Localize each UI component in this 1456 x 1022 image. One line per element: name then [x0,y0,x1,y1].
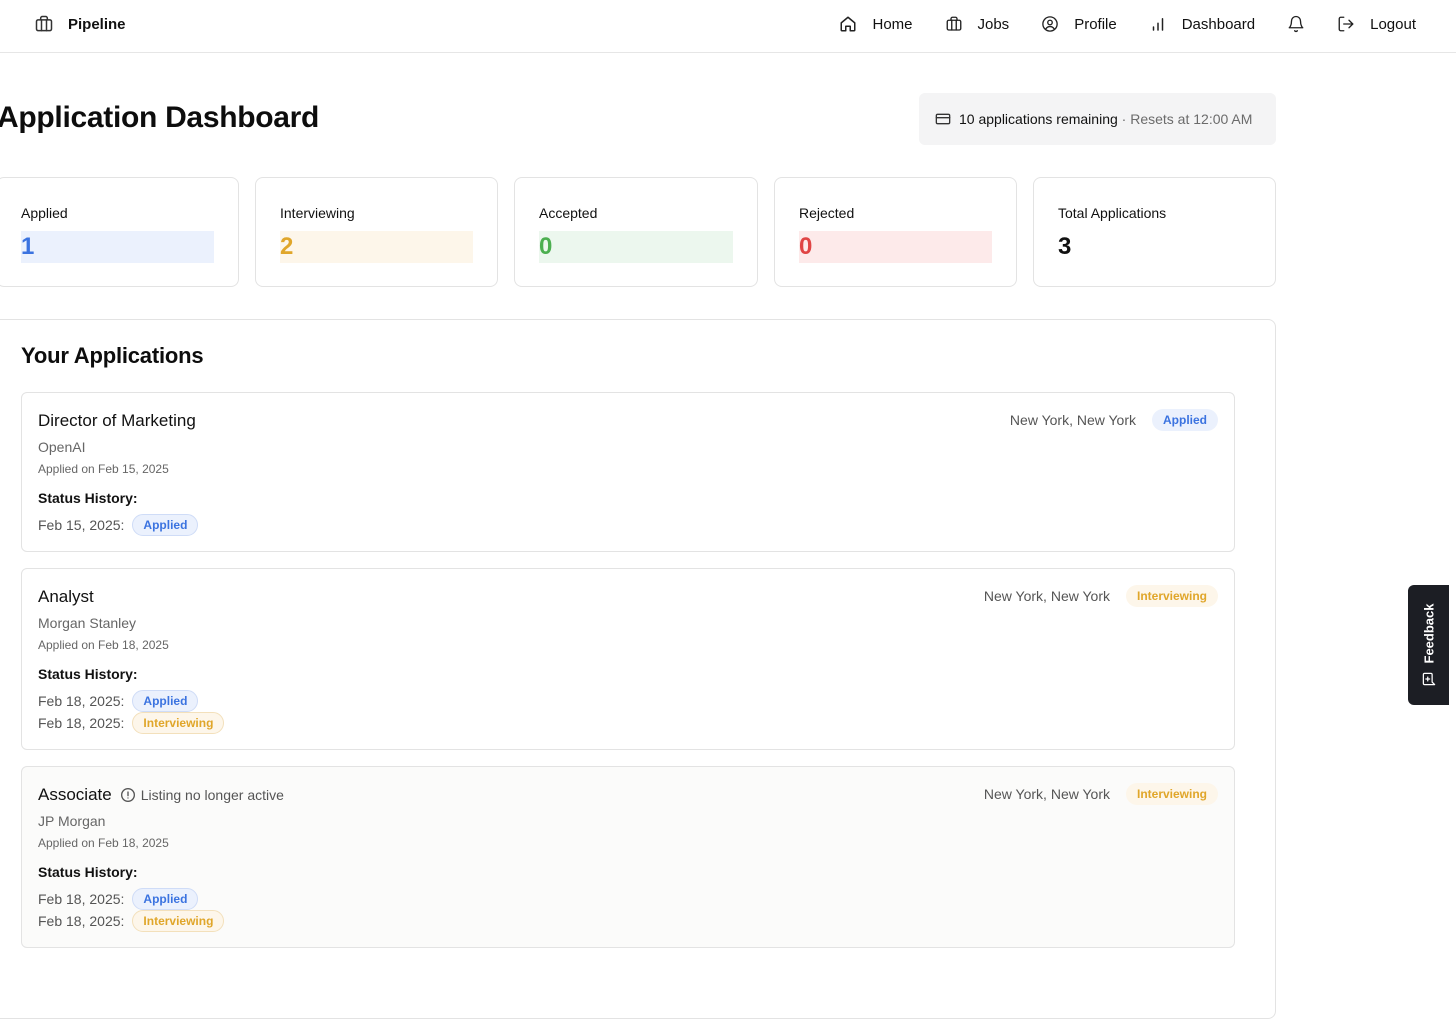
applied-date: Applied on Feb 18, 2025 [38,638,169,652]
location-status: New York, New York Interviewing [984,783,1218,805]
nav-profile-label: Profile [1074,15,1117,33]
inactive-listing-note: Listing no longer active [120,787,284,803]
status-history-label: Status History: [38,666,138,682]
nav-dashboard[interactable]: Dashboard [1149,15,1255,33]
status-history-row: Feb 18, 2025: Interviewing [38,910,225,932]
logout-icon [1337,15,1355,33]
status-badge: Interviewing [1125,783,1218,805]
location-status: New York, New York Applied [1010,409,1218,431]
history-date: Feb 15, 2025: [38,517,125,533]
stat-value: 0 [539,231,733,263]
nav-jobs[interactable]: Jobs [945,15,1010,33]
stat-value: 0 [799,231,992,263]
user-circle-icon [1041,15,1059,33]
history-date: Feb 18, 2025: [38,715,125,731]
application-card[interactable]: Director of Marketing OpenAI Applied on … [21,392,1235,552]
stat-card-interviewing: Interviewing 2 [255,177,498,287]
alert-circle-icon [120,787,136,803]
stat-label: Total Applications [1058,205,1167,221]
status-badge: Applied [1152,409,1218,431]
feedback-button[interactable]: Feedback [1408,585,1449,705]
application-card[interactable]: Associate Listing no longer active JP Mo… [21,766,1235,948]
nav-home[interactable]: Home [839,15,913,33]
history-date: Feb 18, 2025: [38,891,125,907]
location-status: New York, New York Interviewing [984,585,1218,607]
page-title: Application Dashboard [0,101,320,134]
job-title-text: Analyst [38,587,94,606]
status-history-label: Status History: [38,490,138,506]
company-name: JP Morgan [38,813,106,829]
stat-value: 1 [21,231,214,263]
status-badge: Interviewing [132,910,225,932]
bar-chart-icon [1149,15,1167,33]
history-date: Feb 18, 2025: [38,913,125,929]
message-square-icon [1421,671,1436,686]
top-nav: Pipeline Home Jobs Profile Dashboard Log… [0,0,1456,53]
job-location: New York, New York [983,588,1110,604]
status-badge: Interviewing [1125,585,1218,607]
bell-icon [1287,15,1305,33]
nav-links: Home Jobs Profile Dashboard Logout [839,13,1416,35]
stat-card-total: Total Applications 3 [1033,177,1276,287]
brand-logo[interactable]: Pipeline [34,14,126,34]
status-badge: Applied [132,888,199,910]
applications-title: Your Applications [21,343,204,368]
stat-label: Rejected [799,205,855,221]
brand-name: Pipeline [68,15,126,33]
notifications-button[interactable] [1287,15,1305,33]
briefcase-icon [34,14,54,34]
status-badge: Applied [132,514,199,536]
stat-label: Applied [21,205,68,221]
company-name: OpenAI [38,439,86,455]
nav-jobs-label: Jobs [977,15,1010,33]
stat-label: Accepted [539,205,598,221]
applied-date: Applied on Feb 18, 2025 [38,836,169,850]
job-title-text: Associate [38,785,112,804]
feedback-label: Feedback [1421,603,1436,664]
status-history-row: Feb 18, 2025: Applied [38,888,199,910]
job-title: Director of Marketing [38,411,196,431]
inactive-note-text: Listing no longer active [140,787,284,803]
quota-banner: 10 applications remaining · Resets at 12… [919,93,1276,145]
company-name: Morgan Stanley [38,615,137,631]
stat-value: 3 [1058,233,1072,260]
quota-remaining: 10 applications remaining [959,111,1118,127]
status-history-row: Feb 15, 2025: Applied [38,514,199,536]
job-location: New York, New York [983,786,1110,802]
job-title-text: Director of Marketing [38,411,196,430]
feedback-inner: Feedback [1421,604,1436,687]
credit-card-icon [935,111,951,127]
status-badge: Applied [132,690,199,712]
status-history-label: Status History: [38,864,138,880]
application-card[interactable]: Analyst Morgan Stanley Applied on Feb 18… [21,568,1235,750]
status-history-row: Feb 18, 2025: Interviewing [38,712,225,734]
applied-date: Applied on Feb 15, 2025 [38,462,169,476]
briefcase-icon [945,15,963,33]
stat-card-rejected: Rejected 0 [774,177,1017,287]
home-icon [839,15,857,33]
history-date: Feb 18, 2025: [38,693,125,709]
quota-reset: Resets at 12:00 AM [1130,111,1253,127]
job-location: New York, New York [1009,412,1136,428]
stat-label: Interviewing [280,205,355,221]
quota-separator: · [1117,111,1131,127]
status-badge: Interviewing [132,712,225,734]
job-title: Analyst [38,587,94,607]
status-history-row: Feb 18, 2025: Applied [38,690,199,712]
nav-dashboard-label: Dashboard [1181,15,1256,33]
job-title: Associate Listing no longer active [38,785,284,805]
stat-value: 2 [280,231,473,263]
nav-home-label: Home [872,15,913,33]
stat-card-accepted: Accepted 0 [514,177,758,287]
stat-card-applied: Applied 1 [0,177,239,287]
nav-logout[interactable]: Logout [1337,15,1416,33]
nav-logout-label: Logout [1370,15,1416,33]
nav-profile[interactable]: Profile [1041,15,1117,33]
